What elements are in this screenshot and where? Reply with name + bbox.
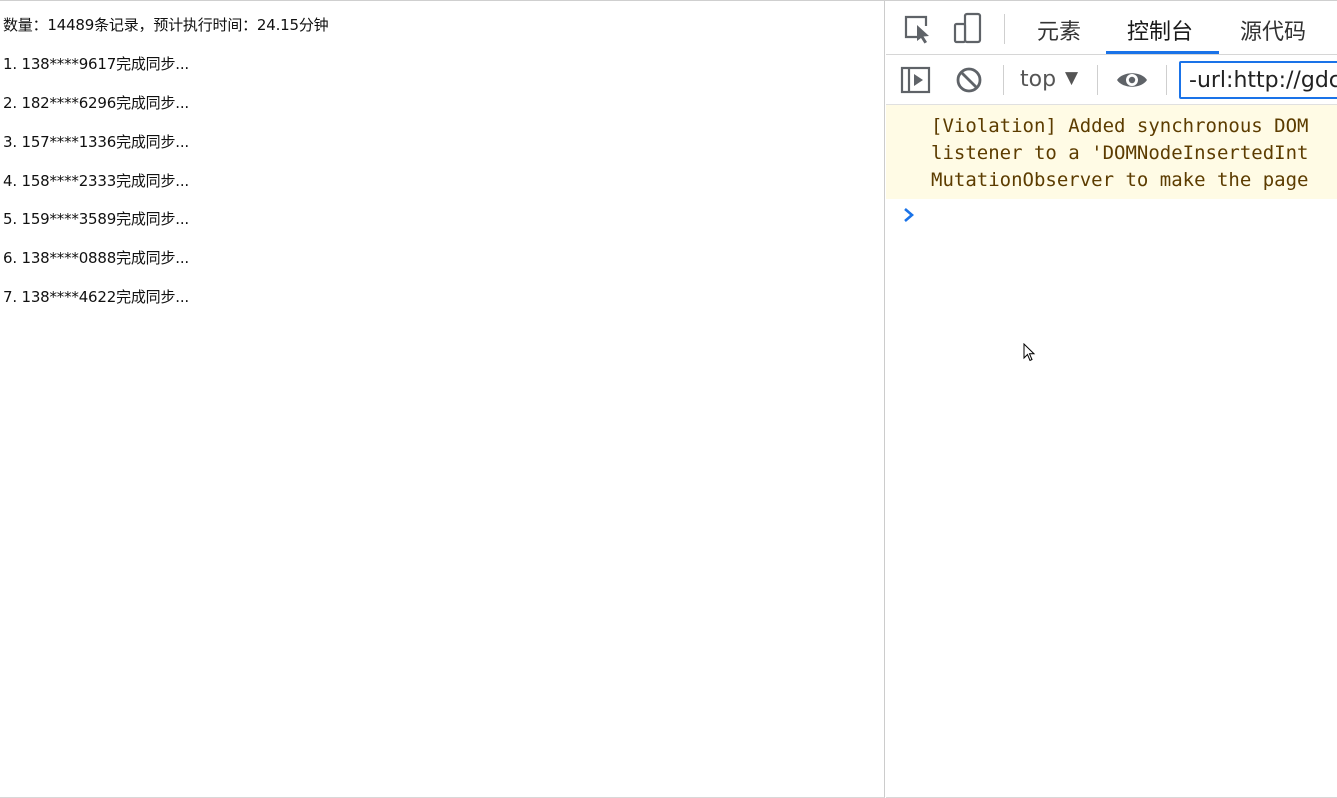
live-expression-eye-icon[interactable]: [1115, 63, 1149, 97]
violation-text-line: [Violation] Added synchronous DOM: [931, 115, 1309, 137]
clear-console-icon[interactable]: [952, 63, 986, 97]
toolbar-divider: [1166, 65, 1167, 95]
context-selector[interactable]: top: [1020, 67, 1056, 92]
tab-console[interactable]: 控制台: [1127, 14, 1193, 46]
console-filter-input[interactable]: [1179, 61, 1337, 99]
sync-log-line: 5. 159****3589完成同步...: [3, 210, 189, 228]
violation-text-line: listener to a 'DOMNodeInsertedInt: [931, 142, 1309, 164]
web-page-viewport: 数量：14489条记录，预计执行时间：24.15分钟 1. 138****961…: [0, 1, 885, 798]
toolbar-divider: [1003, 65, 1004, 95]
console-toolbar: top ▼: [886, 55, 1337, 105]
inspect-element-icon[interactable]: [900, 11, 934, 45]
tab-elements[interactable]: 元素: [1037, 14, 1081, 46]
sidebar-toggle-icon[interactable]: [899, 63, 933, 97]
active-tab-indicator: [1106, 51, 1219, 54]
mouse-pointer-icon: [1023, 342, 1037, 363]
sync-log-line: 2. 182****6296完成同步...: [3, 94, 189, 112]
sync-log-line: 1. 138****9617完成同步...: [3, 55, 189, 73]
console-violation-message: [Violation] Added synchronous DOM listen…: [886, 105, 1337, 199]
device-toolbar-icon[interactable]: [952, 11, 986, 45]
sync-log-line: 3. 157****1336完成同步...: [3, 133, 189, 151]
devtools-tab-bar: 元素 控制台 源代码: [886, 1, 1337, 55]
sync-log-line: 7. 138****4622完成同步...: [3, 288, 189, 306]
console-prompt-chevron-icon[interactable]: [902, 205, 916, 225]
chevron-down-icon: ▼: [1065, 68, 1079, 88]
toolbar-divider: [1097, 65, 1098, 95]
record-count-summary: 数量：14489条记录，预计执行时间：24.15分钟: [3, 16, 329, 34]
sync-log-line: 6. 138****0888完成同步...: [3, 249, 189, 267]
sync-log-line: 4. 158****2333完成同步...: [3, 172, 189, 190]
toolbar-divider: [1004, 14, 1005, 44]
tab-sources[interactable]: 源代码: [1240, 14, 1306, 46]
violation-text-line: MutationObserver to make the page: [931, 169, 1309, 191]
devtools-panel: 元素 控制台 源代码 top ▼ -url:http://gdc.c [Viol…: [886, 1, 1337, 798]
